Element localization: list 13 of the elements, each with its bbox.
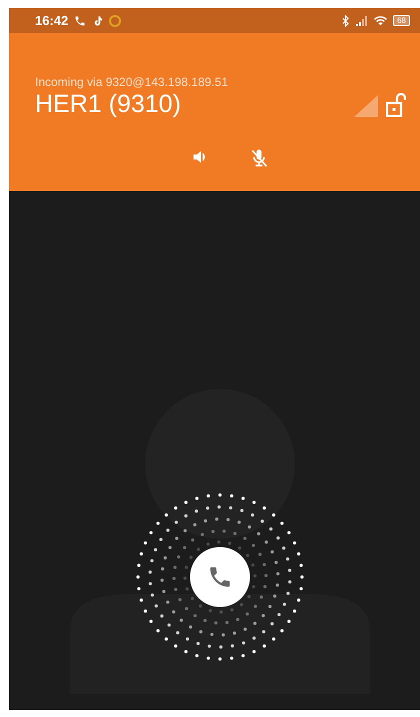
signal-icon	[356, 16, 368, 26]
status-time: 16:42	[35, 13, 68, 28]
answer-call-button[interactable]	[190, 547, 250, 607]
battery-level: 68	[393, 15, 410, 26]
phone-icon	[74, 14, 86, 26]
bluetooth-icon	[341, 14, 350, 26]
unlocked-padlock-icon	[386, 93, 406, 117]
circle-icon	[109, 14, 122, 26]
wifi-icon	[374, 15, 388, 26]
caller-name: HER1 (9310)	[35, 90, 182, 119]
incoming-via-text: Incoming via 9320@143.198.189.51	[35, 75, 229, 89]
music-note-icon	[92, 14, 104, 26]
triangle-icon	[354, 95, 378, 117]
